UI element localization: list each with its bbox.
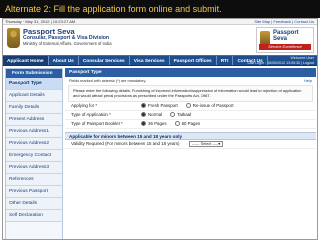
nav-applicant-home[interactable]: Applicant Home — [3, 56, 49, 65]
36-pages-radio[interactable] — [141, 121, 146, 127]
main-nav: Applicant Home About Us Consular Service… — [3, 55, 317, 66]
sidebar-item-previous-address3[interactable]: Previous Address3 — [6, 162, 62, 174]
60-pages-radio[interactable] — [174, 121, 180, 127]
validity-label: Validity Required (For minors between 15… — [71, 141, 180, 147]
chevron-down-icon: ▼ — [217, 141, 221, 146]
site-header: Passport Seva Consular, Passport & Visa … — [3, 25, 317, 55]
reissue-passport-radio[interactable] — [185, 103, 191, 109]
brand-block: Passport Seva Consular, Passport & Visa … — [23, 27, 112, 47]
sidebar-item-family-details[interactable]: Family Details — [6, 102, 62, 114]
sidebar-item-passport-type[interactable]: Passport Type — [6, 78, 62, 90]
form-steps-sidebar: Form Submission Steps Passport Type Appl… — [5, 68, 63, 239]
36-pages-label: 36 Pages — [148, 120, 167, 126]
last-login-text[interactable]: Last Login : 15/05/2012 13:05:30 | Logou… — [248, 61, 314, 66]
logo-line2: Seva — [273, 36, 288, 43]
application-type-row: Type of Application * Normal Tatkaal — [65, 111, 316, 120]
booklet-type-row: Type of Passport Booklet * 36 Pages 60 P… — [65, 120, 316, 129]
validity-select-value: ------ Select ------ — [192, 141, 220, 146]
sidebar-item-self-declaration[interactable]: Self Declaration — [6, 210, 62, 222]
sidebar-item-previous-passport[interactable]: Previous Passport — [6, 186, 62, 198]
sidebar-item-applicant-details[interactable]: Applicant Details — [6, 90, 62, 102]
sidebar-item-present-address[interactable]: Present Address — [6, 114, 62, 126]
page-content: Form Submission Steps Passport Type Appl… — [3, 67, 317, 239]
tatkaal-radio[interactable] — [170, 112, 176, 118]
info-notice: Please enter the following details. Furn… — [68, 85, 313, 102]
login-info: Welcome User Last Login : 15/05/2012 13:… — [248, 56, 314, 66]
passport-seva-logo: Passport Seva Service Excellence — [256, 27, 314, 53]
portal-screenshot: Thursday · May 31, 2012 | 10:23:27 AM Si… — [2, 18, 318, 240]
tatkaal-label: Tatkaal — [177, 111, 192, 117]
logo-emblem-icon — [260, 31, 270, 45]
sidebar-item-previous-address1[interactable]: Previous Address1 — [6, 126, 62, 138]
normal-radio[interactable] — [141, 112, 146, 118]
mandatory-note-row: Fields marked with asterisk (*) are mand… — [65, 77, 316, 85]
nav-rti[interactable]: RTI — [217, 56, 234, 65]
ministry-name: Ministry of External Affairs, Government… — [23, 40, 112, 46]
sidebar-item-emergency-contact[interactable]: Emergency Contact — [6, 150, 62, 162]
logo-tagline: Service Excellence — [259, 44, 311, 50]
validity-row: Validity Required (For minors between 15… — [65, 140, 316, 149]
validity-select[interactable]: ------ Select ------ ▼ — [189, 140, 223, 147]
booklet-type-label: Type of Passport Booklet * — [71, 121, 123, 127]
sidebar-header: Form Submission Steps — [6, 69, 62, 85]
nav-about-us[interactable]: About Us — [49, 56, 79, 65]
reissue-passport-label: Re-issue of Passport — [192, 102, 234, 108]
sidebar-item-other-details[interactable]: Other Details — [6, 198, 62, 210]
help-link[interactable]: Help — [304, 79, 312, 83]
minor-section-header: Applicable for minors between 15 and 18 … — [65, 131, 316, 140]
nav-visa-services[interactable]: Visa Services — [130, 56, 170, 65]
sidebar-item-references[interactable]: References — [6, 174, 62, 186]
fresh-passport-label: Fresh Passport — [148, 102, 178, 108]
nav-consular-services[interactable]: Consular Services — [79, 56, 130, 65]
form-panel-title: Passport Type — [65, 68, 316, 77]
sidebar-item-previous-address2[interactable]: Previous Address2 — [6, 138, 62, 150]
fresh-passport-radio[interactable] — [141, 103, 146, 109]
nav-passport-offices[interactable]: Passport Offices — [170, 56, 217, 65]
mandatory-note: Fields marked with asterisk (*) are mand… — [69, 79, 147, 83]
applying-for-row: Applying for * Fresh Passport Re-issue o… — [65, 102, 316, 111]
slide-caption: Alternate 2: Fill the application form o… — [0, 0, 320, 18]
normal-label: Normal — [148, 111, 163, 117]
form-panel: Passport Type Fields marked with asteris… — [65, 68, 316, 239]
applying-for-label: Applying for * — [71, 103, 98, 109]
60-pages-label: 60 Pages — [181, 120, 201, 126]
national-emblem-icon — [7, 28, 20, 48]
application-type-label: Type of Application * — [71, 112, 111, 118]
